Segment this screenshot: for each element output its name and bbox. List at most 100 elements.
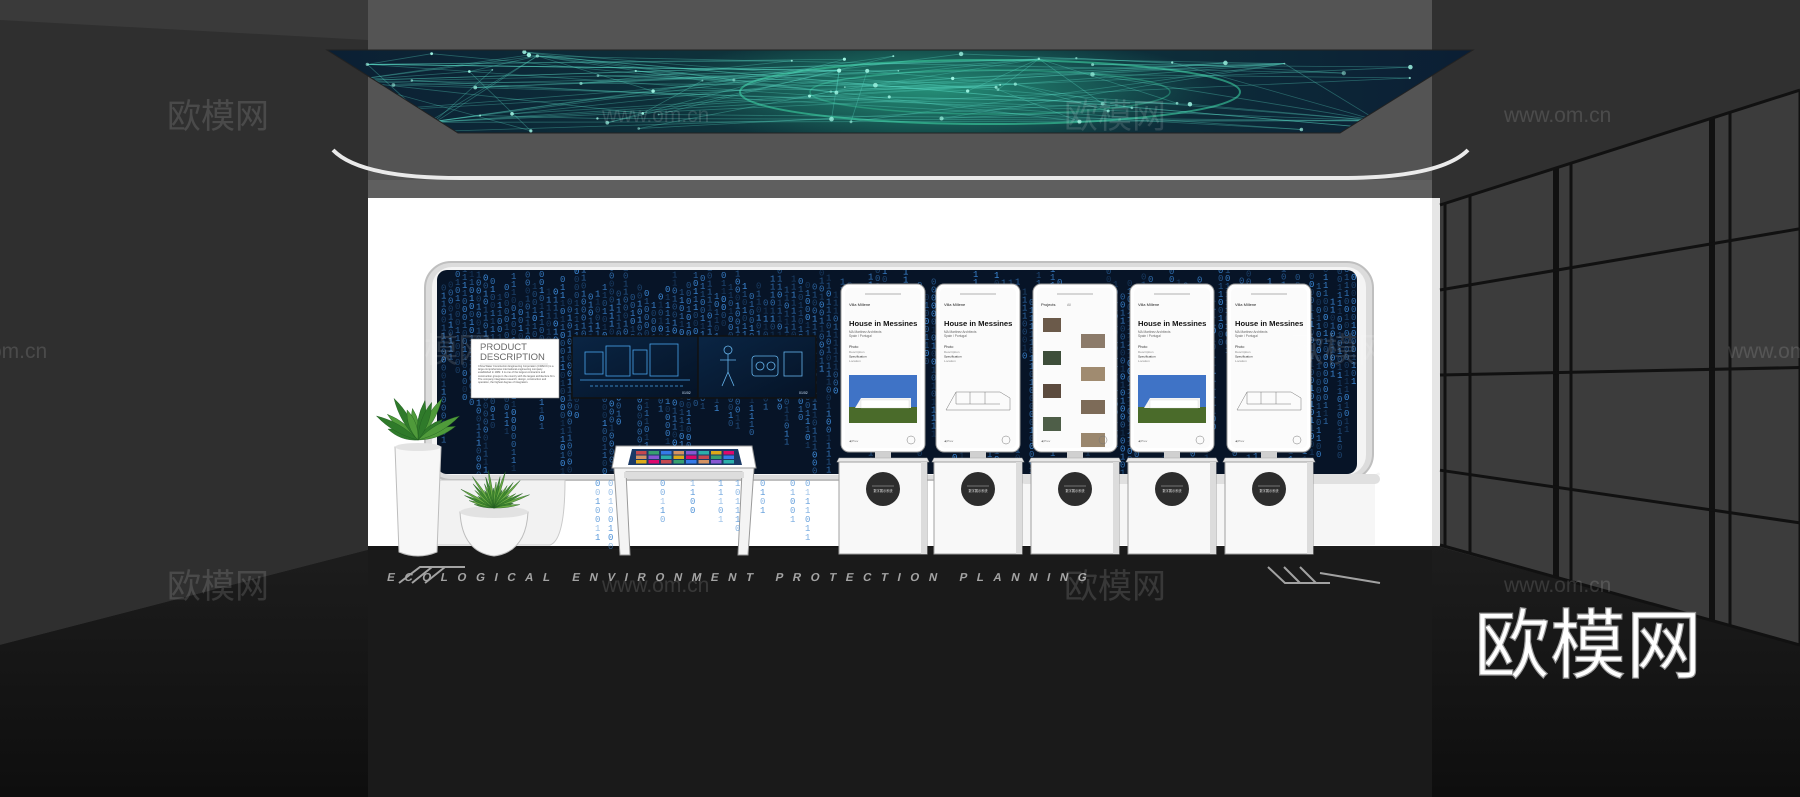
kiosk-screen[interactable]: Villa MilleneHouse in MessinesMA Martine… bbox=[1129, 283, 1215, 453]
svg-text:1: 1 bbox=[735, 421, 740, 431]
kiosk-menu-item[interactable]: Description bbox=[944, 350, 960, 354]
kiosk-subtitle: Spain / Portugal bbox=[944, 334, 967, 338]
svg-text:0: 0 bbox=[728, 419, 733, 429]
stand-label: 数字展示系统 bbox=[1065, 488, 1085, 493]
kiosk-header: Villa Millene bbox=[1235, 302, 1257, 307]
kiosk-prev[interactable]: ◀ Prev bbox=[1041, 439, 1051, 443]
stand-label: 数字展示系统 bbox=[1162, 488, 1182, 493]
kiosk-prev[interactable]: ◀ Prev bbox=[849, 439, 859, 443]
svg-text:0: 0 bbox=[735, 524, 740, 534]
kiosk-section: Photo bbox=[1235, 345, 1244, 349]
svg-text:0: 0 bbox=[777, 403, 782, 413]
svg-text:1: 1 bbox=[819, 365, 824, 375]
watermark-site: om.cn bbox=[0, 340, 47, 363]
svg-text:0: 0 bbox=[1022, 351, 1027, 361]
gallery-thumb[interactable] bbox=[1043, 384, 1061, 398]
kiosk-unit[interactable]: Villa MilleneHouse in MessinesMA Martine… bbox=[836, 283, 930, 555]
svg-text:0: 0 bbox=[462, 393, 467, 403]
kiosk-stand: 数字展示系统 bbox=[836, 457, 930, 555]
kiosk-screen[interactable]: Projects All ◀ Prev bbox=[1032, 283, 1118, 453]
svg-text:1: 1 bbox=[504, 427, 509, 437]
svg-text:1: 1 bbox=[718, 515, 723, 525]
kiosk-title: House in Messines bbox=[1138, 319, 1206, 328]
kiosk-menu-item[interactable]: Specification bbox=[1235, 355, 1253, 359]
watermark-brand: 欧模网 bbox=[167, 568, 269, 606]
svg-text:0: 0 bbox=[616, 418, 621, 428]
svg-text:1: 1 bbox=[714, 404, 719, 414]
kiosk-menu-item[interactable]: Description bbox=[1235, 350, 1251, 354]
kiosk-stand: 数字展示系统 bbox=[931, 457, 1025, 555]
svg-text:0: 0 bbox=[567, 465, 572, 475]
svg-text:1: 1 bbox=[441, 435, 446, 445]
kiosk-subtitle: Spain / Portugal bbox=[849, 334, 872, 338]
svg-text:1: 1 bbox=[805, 441, 810, 451]
kiosk-menu-item[interactable]: Location bbox=[944, 359, 956, 363]
kiosk-menu-item[interactable]: Description bbox=[849, 350, 865, 354]
kiosk-section: Photo bbox=[944, 345, 953, 349]
svg-text:0: 0 bbox=[721, 319, 726, 329]
svg-text:1: 1 bbox=[511, 464, 516, 474]
svg-text:1: 1 bbox=[1351, 377, 1356, 387]
kiosk-subtitle: Spain / Portugal bbox=[1138, 334, 1161, 338]
svg-text:0: 0 bbox=[1316, 450, 1321, 460]
svg-text:0: 0 bbox=[798, 413, 803, 423]
kiosk-prev[interactable]: ◀ Prev bbox=[944, 439, 954, 443]
svg-text:1: 1 bbox=[539, 422, 544, 432]
scene-canvas: 0110011100001100010100001101110010100011… bbox=[0, 0, 1800, 797]
watermark-site: www.om.cn bbox=[601, 574, 709, 597]
screen-left-caption: 01/02 bbox=[682, 391, 691, 395]
kiosk-subtitle: Spain / Portugal bbox=[1235, 334, 1258, 338]
kiosk-unit[interactable]: Villa MilleneHouse in MessinesMA Martine… bbox=[931, 283, 1025, 555]
left-side-wall bbox=[0, 0, 368, 645]
svg-text:1: 1 bbox=[760, 506, 765, 516]
svg-text:1: 1 bbox=[483, 465, 488, 475]
stand-label: 数字展示系统 bbox=[1259, 488, 1279, 493]
kiosk-stand: 数字展示系统 bbox=[1028, 457, 1122, 555]
gallery-thumb[interactable] bbox=[1043, 417, 1061, 431]
kiosk-title: House in Messines bbox=[944, 319, 1012, 328]
watermark-site: www.om.cn bbox=[601, 104, 709, 127]
gallery-thumb[interactable] bbox=[1043, 318, 1061, 332]
svg-text:0: 0 bbox=[1337, 451, 1342, 461]
watermark-logo-large: 欧模网 bbox=[1474, 604, 1702, 689]
kiosk-prev[interactable]: ◀ Prev bbox=[1235, 439, 1245, 443]
screen-right bbox=[697, 335, 817, 399]
watermark-brand: 欧模网 bbox=[167, 98, 269, 136]
kiosk-unit[interactable]: Villa MilleneHouse in MessinesMA Martine… bbox=[1125, 283, 1219, 555]
watermark-brand: 欧模网 bbox=[1064, 568, 1166, 606]
gallery-thumb[interactable] bbox=[1081, 433, 1105, 447]
svg-text:1: 1 bbox=[790, 515, 795, 525]
svg-text:0: 0 bbox=[608, 542, 613, 552]
kiosk-menu-item[interactable]: Specification bbox=[1138, 355, 1156, 359]
svg-text:1: 1 bbox=[1309, 448, 1314, 458]
kiosk-screen[interactable]: Villa MilleneHouse in MessinesMA Martine… bbox=[935, 283, 1021, 453]
screen-right-caption: 01/02 bbox=[799, 391, 808, 395]
kiosk-section: Photo bbox=[1138, 345, 1147, 349]
kiosk-screen[interactable]: Villa MilleneHouse in MessinesMA Martine… bbox=[840, 283, 926, 453]
gallery-thumb[interactable] bbox=[1081, 400, 1105, 414]
kiosk-menu-item[interactable]: Location bbox=[1235, 359, 1247, 363]
kiosk-unit[interactable]: Villa MilleneHouse in MessinesMA Martine… bbox=[1222, 283, 1316, 555]
kiosk-unit[interactable]: Projects All ◀ Prev 数字展示系统 bbox=[1028, 283, 1122, 555]
svg-text:1: 1 bbox=[784, 438, 789, 448]
svg-text:1: 1 bbox=[1323, 417, 1328, 427]
watermark-brand: 欧模网 bbox=[1290, 332, 1392, 370]
gallery-thumb[interactable] bbox=[1043, 351, 1061, 365]
kiosk-menu-item[interactable]: Location bbox=[1138, 359, 1150, 363]
gallery-thumb[interactable] bbox=[1081, 334, 1105, 348]
kiosk-header: Villa Millene bbox=[849, 302, 871, 307]
screen-left bbox=[571, 335, 700, 399]
kiosk-menu-item[interactable]: Specification bbox=[944, 355, 962, 359]
svg-text:1: 1 bbox=[763, 402, 768, 412]
svg-text:0: 0 bbox=[660, 515, 665, 525]
watermark-site: www.om.cn bbox=[1503, 104, 1611, 127]
svg-text:0: 0 bbox=[490, 421, 495, 431]
gallery-thumb[interactable] bbox=[1081, 367, 1105, 381]
kiosk-prev[interactable]: ◀ Prev bbox=[1138, 439, 1148, 443]
kiosk-menu-item[interactable]: Location bbox=[849, 359, 861, 363]
kiosk-menu-item[interactable]: Description bbox=[1138, 350, 1154, 354]
svg-text:1: 1 bbox=[658, 404, 663, 414]
kiosk-menu-item[interactable]: Specification bbox=[849, 355, 867, 359]
watermark-brand: 欧模网 bbox=[390, 332, 492, 370]
svg-text:0: 0 bbox=[749, 428, 754, 438]
